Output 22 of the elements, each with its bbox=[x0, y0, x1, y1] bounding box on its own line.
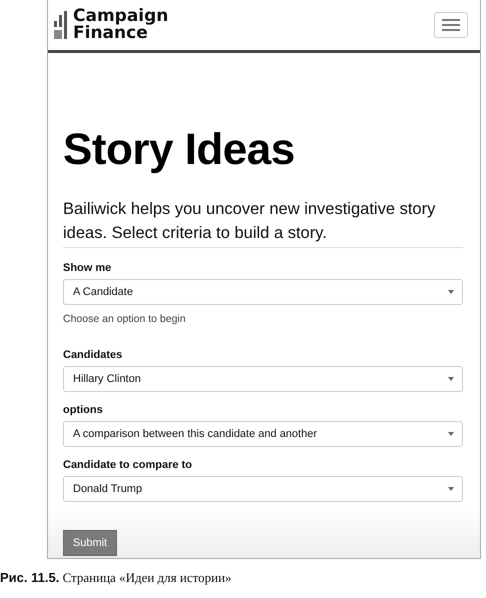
field-label: Candidates bbox=[63, 349, 124, 361]
menu-icon bbox=[442, 19, 460, 31]
bar-chart-icon bbox=[54, 11, 68, 39]
menu-button[interactable] bbox=[434, 12, 468, 38]
caret-icon bbox=[448, 432, 454, 436]
figure-caption: Рис. 11.5. Страница «Идеи для истории» bbox=[0, 570, 233, 586]
submit-button[interactable]: Submit bbox=[63, 530, 117, 556]
select-field[interactable]: Hillary Clinton bbox=[63, 366, 463, 392]
select-field[interactable]: A Candidate bbox=[63, 279, 463, 305]
caret-icon bbox=[448, 377, 454, 381]
brand-name[interactable]: Finance bbox=[73, 25, 168, 42]
brand-name[interactable]: Campaign bbox=[73, 8, 168, 25]
caret-icon bbox=[448, 487, 454, 491]
help-text: Choose an option to begin bbox=[63, 313, 187, 325]
intro-text: Bailiwick helps you uncover new investigative story ideas. Select criteria to build a story. bbox=[63, 199, 436, 244]
page-heading: Story Ideas bbox=[63, 125, 296, 175]
select-field[interactable]: Donald Trump bbox=[63, 476, 463, 502]
field-label: Candidate to compare to bbox=[63, 459, 193, 471]
select-field[interactable]: A comparison between this candidate and another bbox=[63, 421, 463, 447]
field-label: Show me bbox=[63, 262, 112, 274]
caret-icon bbox=[448, 290, 454, 294]
field-label: options bbox=[63, 404, 104, 416]
